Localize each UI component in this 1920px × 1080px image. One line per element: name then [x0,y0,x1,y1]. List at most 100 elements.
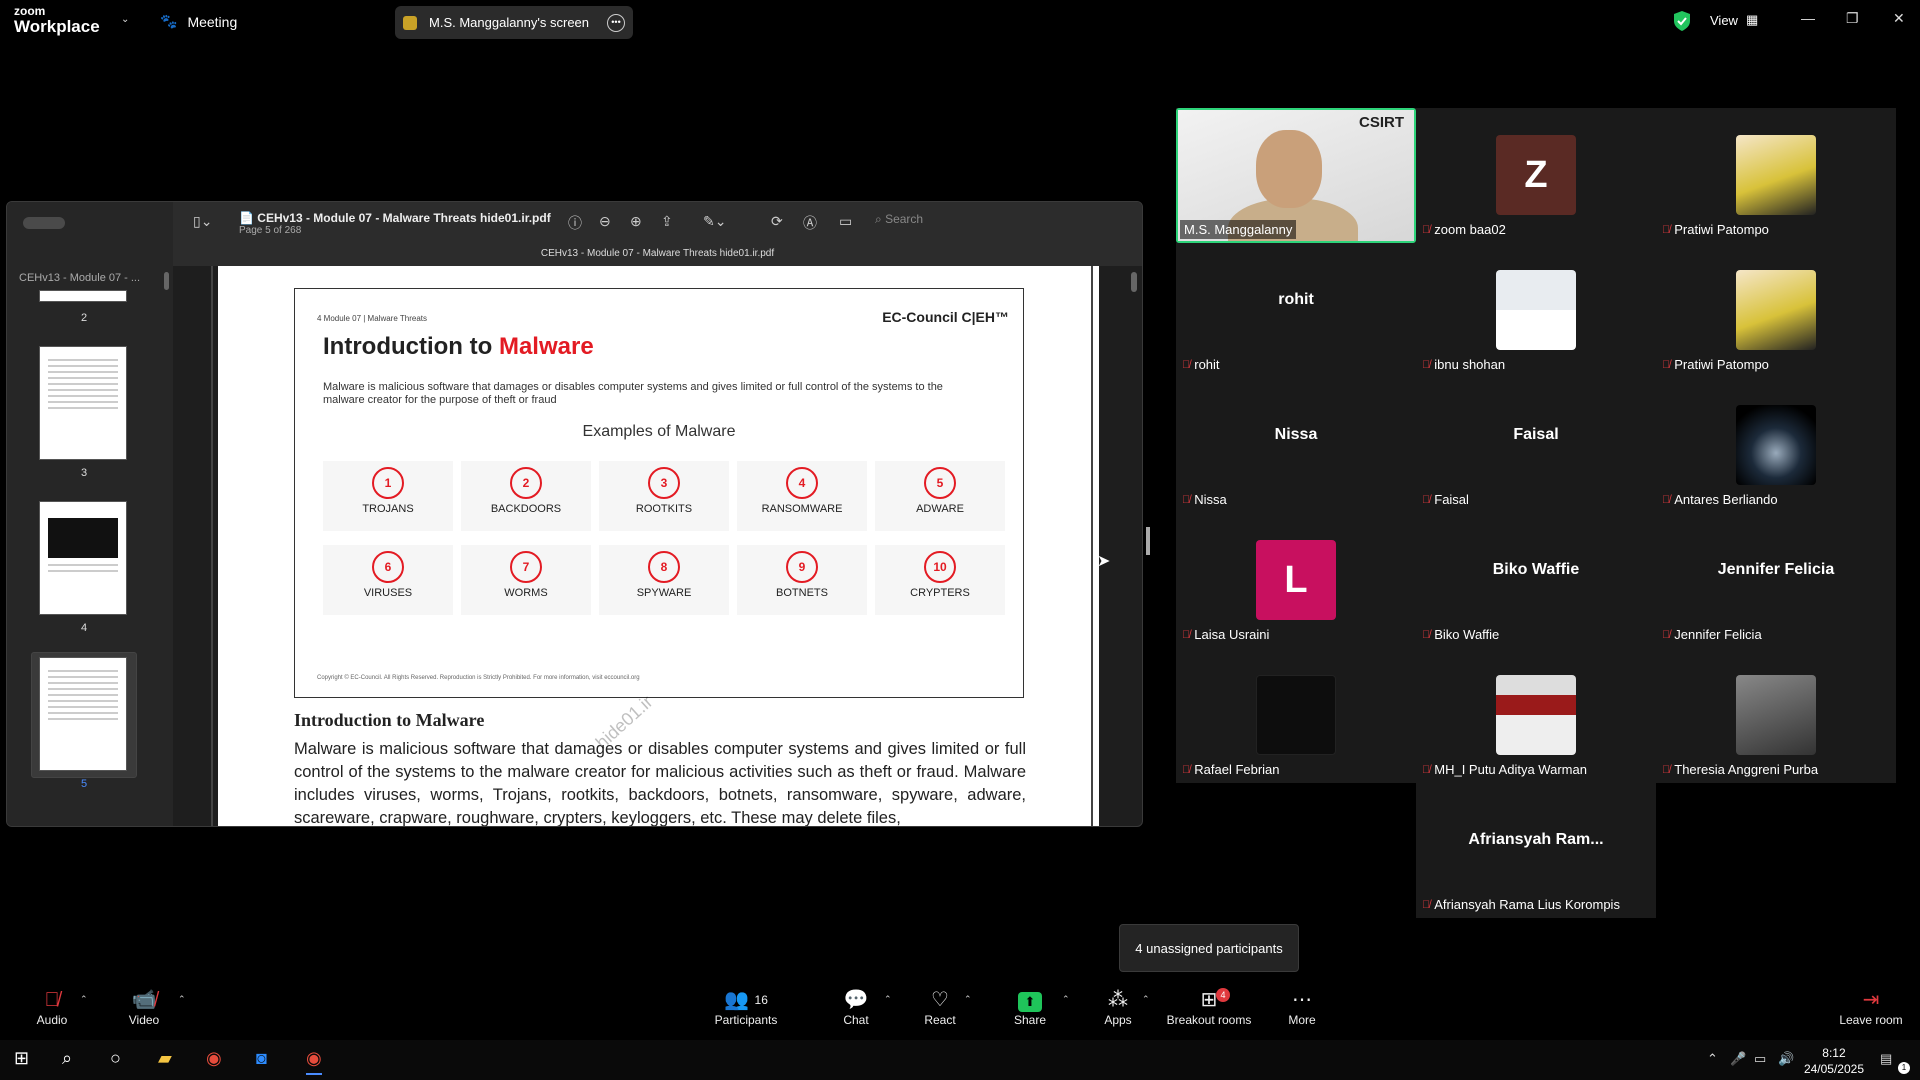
apps-button[interactable]: ⁂ Apps [1100,988,1136,1027]
share-icon[interactable]: ⇪ [661,213,673,230]
participant-name: zoom baa02 [1434,222,1506,237]
chevron-up-icon[interactable]: ⌃ [178,994,186,1005]
meeting-menu[interactable]: 🐾 Meeting [160,13,237,30]
participant-tile[interactable]: Z 🎙̸ zoom baa02 [1416,108,1656,243]
search-placeholder: Search [885,212,924,226]
chevron-down-icon[interactable]: ⌄ [121,14,129,25]
notification-icon[interactable]: ▤ [1880,1051,1892,1067]
participant-tile[interactable]: Biko Waffie 🎙̸ Biko Waffie [1416,513,1656,648]
muted-mic-icon: 🎙̸ [1422,358,1431,371]
rotate-icon[interactable]: ⟳ [771,213,783,230]
more-button[interactable]: ⋯ More [1284,988,1320,1027]
participant-tile[interactable]: 🎙̸ Rafael Febrian [1176,648,1416,783]
breakout-rooms-button[interactable]: ⊞ Breakout rooms [1164,988,1254,1027]
participant-tile[interactable]: Afriansyah Ram... 🎙̸ Afriansyah Rama Lius… [1416,783,1656,918]
chrome-icon[interactable]: ◉ [206,1048,222,1069]
malware-item: 5 ADWARE [875,461,1005,531]
chrome-active-icon[interactable]: ◉ [306,1048,322,1075]
annotate-icon[interactable]: Ⓐ [803,213,817,233]
participant-name: Afriansyah Rama Lius Korompis [1434,897,1620,912]
item-label: ROOTKITS [635,503,693,515]
share-button[interactable]: ⬆ Share [1012,988,1048,1027]
chevron-up-icon[interactable]: ⌃ [1062,994,1070,1005]
muted-mic-icon: 🎙̸ [1182,358,1191,371]
form-fill-icon[interactable]: ▭ [839,213,852,230]
participant-tile[interactable]: L 🎙̸ Laisa Usraini [1176,513,1416,648]
participant-tile[interactable]: 🎙̸ Antares Berliando [1656,378,1896,513]
search-field[interactable]: ⌕ Search [875,212,1142,232]
chat-label: Chat [843,1013,869,1027]
page-thumbnail[interactable] [39,346,127,460]
shared-screen-indicator[interactable]: M.S. Manggalanny's screen ••• [395,6,633,39]
participant-tile[interactable]: Nissa 🎙̸ Nissa [1176,378,1416,513]
system-clock[interactable]: 8:12 24/05/2025 [1804,1045,1864,1077]
split-resize-handle[interactable] [1146,527,1150,555]
participant-name: Nissa [1194,492,1227,507]
task-view-icon[interactable]: ○ [110,1048,121,1069]
avatar-photo [1736,270,1816,350]
volume-icon[interactable]: 🔊 [1778,1051,1794,1067]
participant-tile[interactable]: Faisal 🎙̸ Faisal [1416,378,1656,513]
avatar-photo [1736,405,1816,485]
page-scrollbar[interactable] [1131,272,1137,292]
windows-start-icon[interactable]: ⊞ [14,1048,29,1069]
page-thumbnail[interactable] [39,290,127,302]
chevron-up-icon[interactable]: ⌃ [964,994,972,1005]
microphone-icon[interactable]: 🎤 [1730,1051,1746,1067]
participant-tile[interactable]: rohit 🎙̸ rohit [1176,243,1416,378]
minimize-icon[interactable]: — [1801,10,1815,26]
apps-label: Apps [1104,1013,1132,1027]
leave-label: Leave room [1839,1013,1903,1027]
zoom-logo: zoom Workplace [14,4,100,36]
chevron-up-icon[interactable]: ⌃ [1142,994,1150,1005]
search-icon[interactable]: ⌕ [62,1048,72,1069]
page-thumbnail-current[interactable] [39,657,127,771]
share-label: Share [1013,1013,1047,1027]
participant-tile[interactable]: 🎙̸ Theresia Anggreni Purba [1656,648,1896,783]
participant-tile[interactable]: 🎙̸ Pratiwi Patompo [1656,243,1896,378]
restore-icon[interactable]: ❐ [1846,10,1859,27]
zoom-out-icon[interactable]: ⊖ [599,213,611,230]
sidebar-toggle-icon[interactable]: ▯⌄ [193,213,212,230]
network-icon[interactable]: ▭ [1754,1051,1766,1067]
chevron-up-icon[interactable]: ⌃ [80,994,88,1005]
sidebar-scrollbar[interactable] [164,272,169,290]
video-button[interactable]: 📹̸ Video [124,988,164,1027]
avatar-photo [1736,675,1816,755]
participant-tile[interactable]: 🎙̸ ibnu shohan [1416,243,1656,378]
participant-tile[interactable]: Jennifer Felicia 🎙̸ Jennifer Felicia [1656,513,1896,648]
security-shield-icon[interactable] [1672,10,1692,32]
notification-count: 1 [1898,1062,1910,1074]
participant-tile[interactable]: 🎙̸ Pratiwi Patompo [1656,108,1896,243]
muted-mic-icon: 🎙̸ [44,989,60,1011]
apps-icon: ⁂ [1108,989,1128,1011]
participant-tile[interactable]: CSIRT M.S. Manggalanny [1176,108,1416,243]
audio-button[interactable]: 🎙̸ Audio [34,988,70,1027]
close-icon[interactable]: ✕ [1893,10,1905,27]
zoom-app-icon[interactable]: ◙ [256,1048,267,1069]
file-explorer-icon[interactable]: ▰ [158,1048,172,1069]
tray-chevron-icon[interactable]: ⌃ [1707,1051,1718,1067]
muted-mic-icon: 🎙̸ [1182,763,1191,776]
participant-name: Theresia Anggreni Purba [1674,762,1819,777]
markup-pen-icon[interactable]: ✎⌄ [703,213,726,230]
video-off-icon: 📹̸ [131,989,157,1011]
participant-tile[interactable]: 🎙̸ MH_I Putu Aditya Warman [1416,648,1656,783]
item-number: 2 [510,467,542,499]
leave-room-button[interactable]: ⇥ Leave room [1836,988,1906,1027]
chat-button[interactable]: 💬 Chat [838,988,874,1027]
info-icon[interactable]: ⓘ [568,213,582,233]
react-button[interactable]: ♡ React [922,988,958,1027]
participants-button[interactable]: 👥 16 Participants [712,988,780,1027]
avatar-photo [1256,675,1336,755]
page-thumbnail[interactable] [39,501,127,615]
muted-mic-icon: 🎙̸ [1662,493,1671,506]
more-options-icon[interactable]: ••• [607,13,625,32]
participant-name: M.S. Manggalanny [1180,220,1297,239]
chat-icon: 💬 [843,989,869,1011]
item-number: 10 [924,551,956,583]
item-label: TROJANS [362,503,414,515]
zoom-in-icon[interactable]: ⊕ [630,213,642,230]
chevron-up-icon[interactable]: ⌃ [884,994,892,1005]
view-menu[interactable]: View ▦ [1710,12,1758,28]
